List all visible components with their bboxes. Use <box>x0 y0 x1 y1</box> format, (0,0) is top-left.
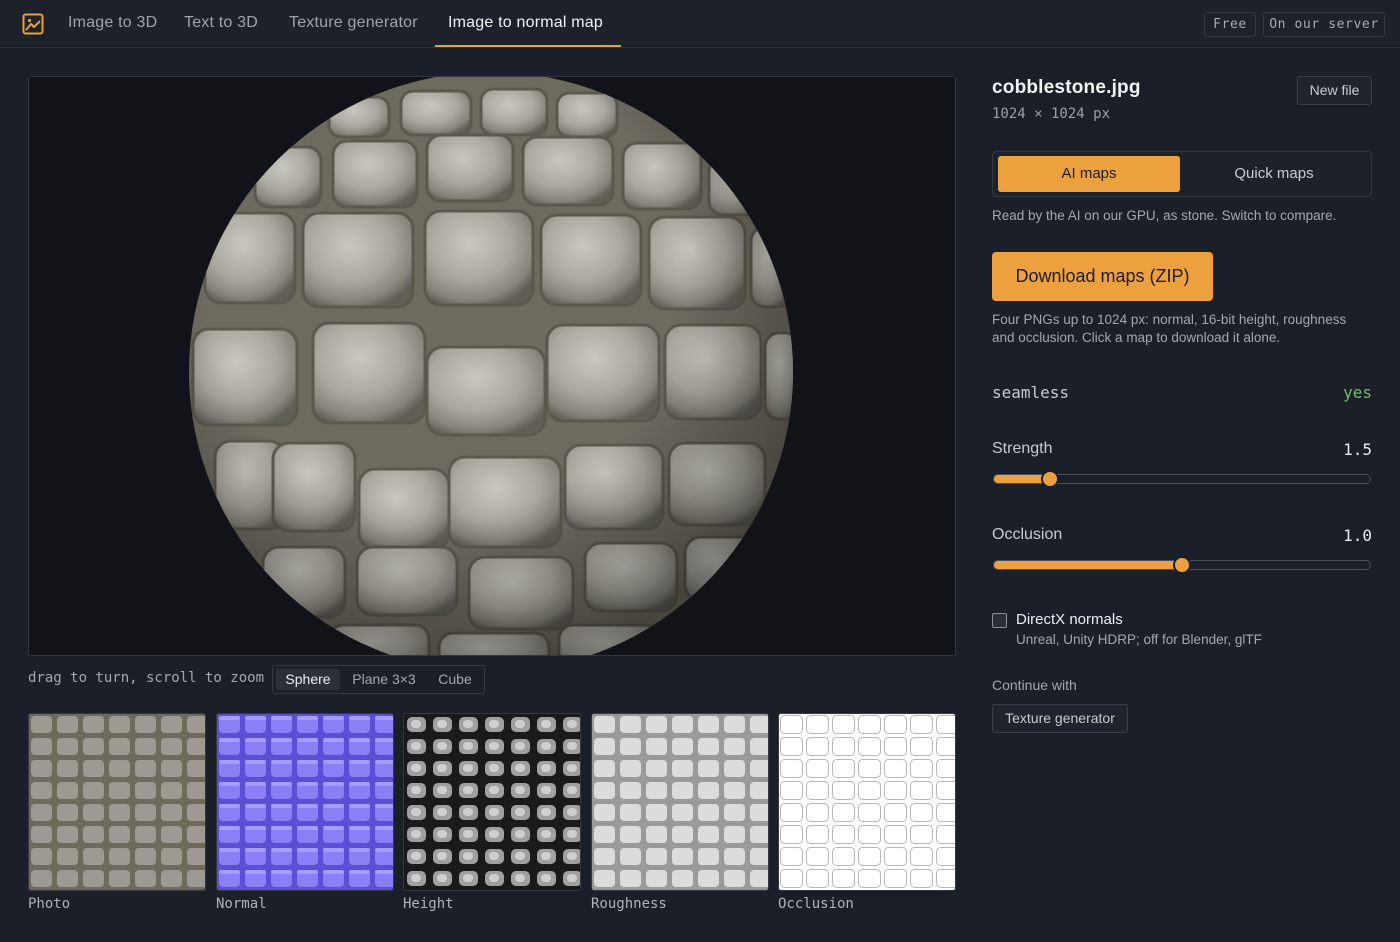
strength-value: 1.5 <box>1343 440 1372 459</box>
occlusion-slider-handle[interactable] <box>1173 556 1191 574</box>
map-label-photo: Photo <box>28 896 71 912</box>
top-bar: Image to 3D Text to 3D Texture generator… <box>0 0 1400 48</box>
occlusion-slider[interactable] <box>993 556 1371 574</box>
strength-slider[interactable] <box>993 470 1371 488</box>
directx-checkbox[interactable] <box>992 613 1007 628</box>
shape-cube[interactable]: Cube <box>428 669 482 690</box>
continue-label: Continue with <box>992 677 1077 693</box>
map-thumb-photo[interactable] <box>28 713 206 891</box>
shape-plane[interactable]: Plane 3×3 <box>345 669 423 690</box>
file-name: cobblestone.jpg <box>992 77 1141 98</box>
file-dimensions: 1024 × 1024 px <box>992 106 1111 122</box>
download-note-line1: Four PNGs up to 1024 px: normal, 16-bit … <box>992 312 1347 327</box>
server-badge: On our server <box>1263 12 1385 37</box>
mode-note: Read by the AI on our GPU, as stone. Swi… <box>992 208 1337 223</box>
cobblestone-sphere <box>189 77 793 655</box>
ai-maps-option[interactable]: AI maps <box>998 156 1180 192</box>
map-label-occlusion: Occlusion <box>778 896 854 912</box>
map-thumb-occlusion[interactable] <box>778 713 956 891</box>
directx-sub: Unreal, Unity HDRP; off for Blender, glT… <box>1016 632 1262 647</box>
seamless-label: seamless <box>992 383 1070 402</box>
viewer-hint: drag to turn, scroll to zoom <box>28 670 265 686</box>
tab-image-to-3d[interactable]: Image to 3D <box>68 0 157 48</box>
texture-generator-button[interactable]: Texture generator <box>992 704 1128 733</box>
shape-selector: Sphere Plane 3×3 Cube <box>272 665 485 694</box>
free-badge: Free <box>1204 12 1256 37</box>
occlusion-slider-fill <box>994 561 1186 569</box>
map-label-normal: Normal <box>216 896 267 912</box>
map-thumb-normal[interactable] <box>216 713 394 891</box>
download-maps-button[interactable]: Download maps (ZIP) <box>992 252 1213 301</box>
map-label-roughness: Roughness <box>591 896 667 912</box>
map-mode-toggle: AI maps Quick maps <box>992 151 1372 197</box>
new-file-button[interactable]: New file <box>1297 76 1372 105</box>
image-frame-icon[interactable] <box>22 13 44 35</box>
occlusion-value: 1.0 <box>1343 526 1372 545</box>
tab-text-to-3d[interactable]: Text to 3D <box>184 0 258 48</box>
shape-sphere[interactable]: Sphere <box>276 669 340 690</box>
download-note-line2: and occlusion. Click a map to download i… <box>992 330 1281 345</box>
3d-viewport[interactable] <box>28 76 956 656</box>
quick-maps-option[interactable]: Quick maps <box>1180 156 1368 192</box>
tab-image-to-normal-map[interactable]: Image to normal map <box>448 0 603 48</box>
map-thumb-roughness[interactable] <box>591 713 769 891</box>
strength-slider-handle[interactable] <box>1041 470 1059 488</box>
occlusion-label: Occlusion <box>992 526 1063 543</box>
directx-label: DirectX normals <box>1016 611 1123 628</box>
seamless-value: yes <box>1343 383 1372 402</box>
active-tab-indicator <box>435 45 621 47</box>
map-thumb-height[interactable] <box>403 713 581 891</box>
tab-texture-generator[interactable]: Texture generator <box>289 0 418 48</box>
strength-label: Strength <box>992 440 1053 457</box>
map-label-height: Height <box>403 896 454 912</box>
